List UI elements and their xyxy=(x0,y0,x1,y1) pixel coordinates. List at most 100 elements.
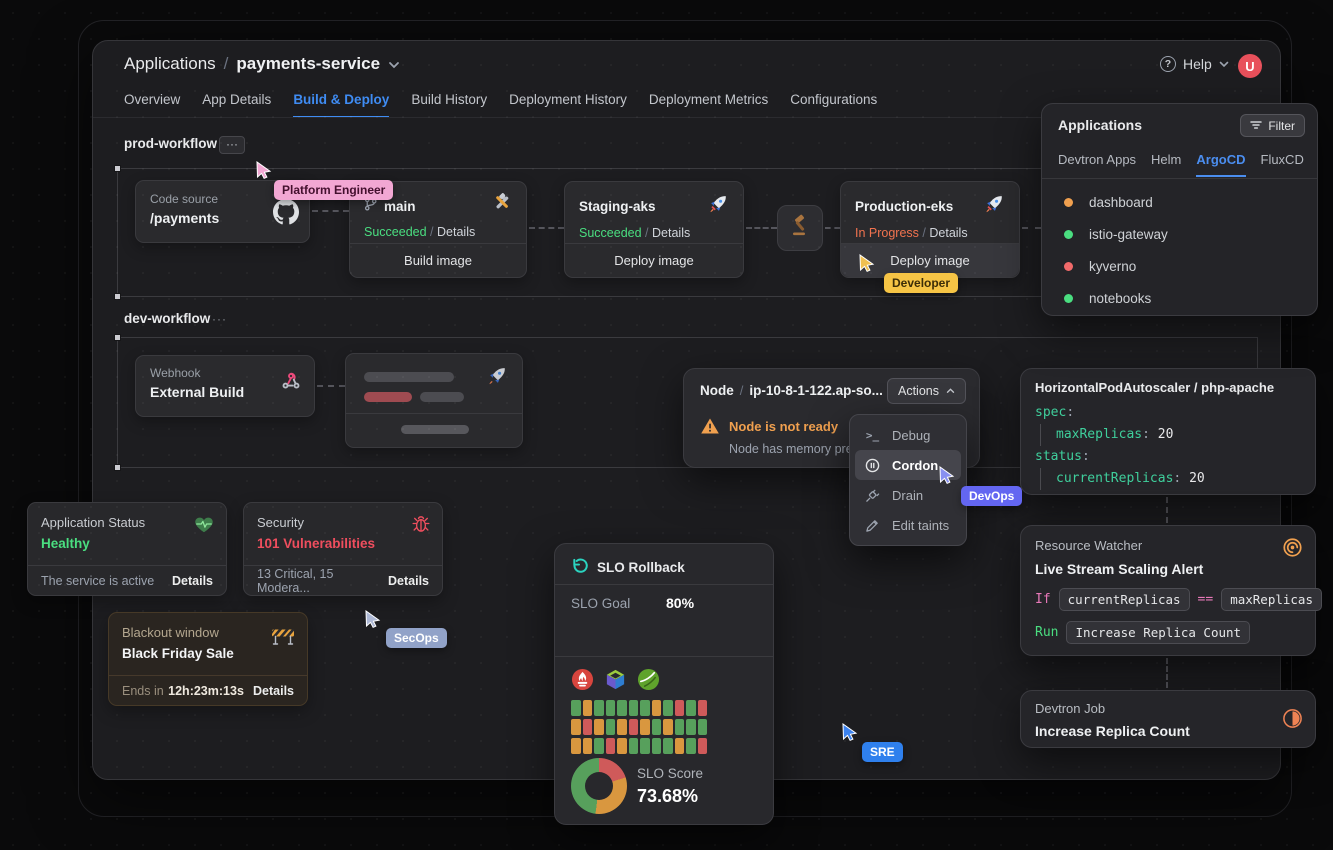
production-details-link[interactable]: Details xyxy=(929,226,967,240)
barricade-icon xyxy=(270,624,296,651)
selection-handle[interactable] xyxy=(114,165,121,172)
panel-connector xyxy=(1166,658,1168,688)
developer-cursor xyxy=(858,254,877,278)
sre-pill: SRE xyxy=(862,742,903,762)
tab-overview[interactable]: Overview xyxy=(124,92,180,118)
list-item-istio-gateway[interactable]: istio-gateway xyxy=(1064,218,1307,250)
webhook-card[interactable]: Webhook External Build xyxy=(135,355,315,417)
cube-icon xyxy=(604,668,627,696)
staging-status: Succeeded xyxy=(579,226,642,240)
list-item-dashboard[interactable]: dashboard xyxy=(1064,186,1307,218)
heatmap-cell xyxy=(629,738,639,754)
build-image-button[interactable]: Build image xyxy=(350,243,526,277)
page-title: payments-service xyxy=(236,54,380,74)
heatmap-cell xyxy=(686,719,696,735)
apps-tab-helm[interactable]: Helm xyxy=(1151,152,1181,177)
list-item-notebooks[interactable]: notebooks xyxy=(1064,282,1307,314)
webhook-icon xyxy=(280,370,302,397)
blackout-window-card[interactable]: Blackout window Black Friday Sale Ends i… xyxy=(108,612,308,706)
list-item-kyverno[interactable]: kyverno xyxy=(1064,250,1307,282)
yaml-line: maxReplicas: 20 xyxy=(1040,424,1205,446)
build-details-link[interactable]: Details xyxy=(437,225,475,239)
gavel-icon xyxy=(788,214,812,243)
staging-pipeline-card[interactable]: Staging-aks Succeeded / Details Deploy i… xyxy=(564,181,744,278)
node-warning-title: Node is not ready xyxy=(729,419,838,434)
application-status-card[interactable]: Application Status Healthy The service i… xyxy=(27,502,227,596)
if-keyword: If xyxy=(1035,592,1051,607)
tab-build-history[interactable]: Build History xyxy=(411,92,487,118)
chevron-up-icon xyxy=(946,388,955,394)
apps-tab-fluxcd[interactable]: FluxCD xyxy=(1261,152,1304,177)
tab-app-details[interactable]: App Details xyxy=(202,92,271,118)
actions-button[interactable]: Actions xyxy=(887,378,966,404)
heatmap-cell xyxy=(652,738,662,754)
rocket-icon xyxy=(983,193,1005,220)
approval-gate[interactable] xyxy=(777,205,823,251)
security-details-link[interactable]: Details xyxy=(388,574,429,588)
heatmap-cell xyxy=(640,719,650,735)
divider xyxy=(346,413,522,414)
tab-build-and-deploy[interactable]: Build & Deploy xyxy=(293,92,389,118)
pipeline-connector xyxy=(825,227,840,229)
pipeline-connector xyxy=(529,227,564,229)
security-card[interactable]: Security 101 Vulnerabilities 13 Critical… xyxy=(243,502,443,596)
heatmap-cell xyxy=(571,719,581,735)
heatmap-cell xyxy=(583,719,593,735)
production-status-row: In Progress / Details xyxy=(855,226,1005,240)
heatmap-cell xyxy=(686,700,696,716)
staging-details-link[interactable]: Details xyxy=(652,226,690,240)
menu-item-edit-taints[interactable]: Edit taints xyxy=(855,510,961,540)
slo-score-label: SLO Score xyxy=(637,766,703,781)
rollback-icon xyxy=(571,557,588,577)
apps-tab-argocd[interactable]: ArgoCD xyxy=(1196,152,1245,177)
security-title: Security xyxy=(257,515,429,530)
yaml-line: currentReplicas: 20 xyxy=(1040,468,1205,490)
run-action-chip[interactable]: Increase Replica Count xyxy=(1066,621,1250,644)
selection-handle[interactable] xyxy=(114,334,121,341)
resource-watcher-panel: Resource Watcher Live Stream Scaling Ale… xyxy=(1020,525,1316,656)
blackout-details-link[interactable]: Details xyxy=(253,684,294,698)
security-value: 101 Vulnerabilities xyxy=(257,536,429,551)
heatmap-cell xyxy=(594,738,604,754)
heatmap-cell xyxy=(583,700,593,716)
avatar[interactable]: U xyxy=(1238,54,1262,78)
selection-handle[interactable] xyxy=(114,464,121,471)
selection-handle[interactable] xyxy=(114,293,121,300)
apps-tab-devtron[interactable]: Devtron Apps xyxy=(1058,152,1136,177)
breadcrumb-root[interactable]: Applications xyxy=(124,54,216,74)
webhook-name: External Build xyxy=(150,384,300,400)
slo-score-donut xyxy=(571,758,627,814)
app-status-value: Healthy xyxy=(41,536,213,551)
app-status-footer: The service is active Details xyxy=(28,565,226,595)
slo-panel-title: SLO Rollback xyxy=(597,560,685,575)
heatmap-cell xyxy=(640,700,650,716)
tab-deployment-history[interactable]: Deployment History xyxy=(509,92,627,118)
help-menu[interactable]: ? Help xyxy=(1160,56,1229,72)
pipeline-connector xyxy=(746,227,777,229)
spiral-icon xyxy=(1282,537,1303,563)
skeleton-bar xyxy=(364,372,454,382)
devtron-job-panel[interactable]: Devtron Job Increase Replica Count xyxy=(1020,690,1316,748)
tab-configurations[interactable]: Configurations xyxy=(790,92,877,118)
node-warning-detail: Node has memory pre... xyxy=(729,442,863,456)
dev-workflow-menu-button[interactable]: ··· xyxy=(212,312,227,326)
heatmap-cell xyxy=(617,738,627,754)
help-icon: ? xyxy=(1160,56,1176,72)
sre-cursor xyxy=(841,723,860,747)
filter-button[interactable]: Filter xyxy=(1240,114,1305,137)
status-dot xyxy=(1064,230,1073,239)
build-branch-name: main xyxy=(384,199,416,214)
menu-item-debug[interactable]: >_ Debug xyxy=(855,420,961,450)
slo-rollback-panel: SLO Rollback SLO Goal 80% SLO Score 73.6… xyxy=(554,543,774,825)
tab-deployment-metrics[interactable]: Deployment Metrics xyxy=(649,92,768,118)
chevron-down-icon[interactable] xyxy=(388,54,400,74)
rocket-icon xyxy=(707,193,729,220)
app-status-details-link[interactable]: Details xyxy=(172,574,213,588)
pipeline-connector xyxy=(317,385,345,387)
staging-deploy-image-button[interactable]: Deploy image xyxy=(565,243,743,277)
skeleton-bar xyxy=(401,425,469,434)
prod-workflow-menu-button[interactable]: ··· xyxy=(219,136,245,154)
slo-goal-value: 80% xyxy=(666,595,694,611)
heatmap-cell xyxy=(606,700,616,716)
heatmap-cell xyxy=(663,738,673,754)
